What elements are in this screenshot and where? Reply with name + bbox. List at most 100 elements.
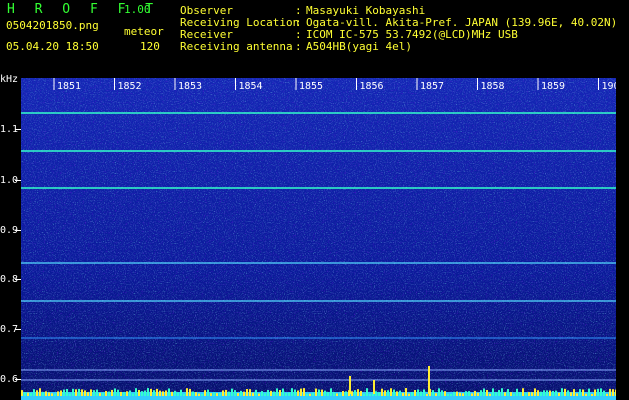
signal-spike (141, 391, 143, 396)
signal-spike (435, 393, 437, 396)
signal-spike (411, 392, 413, 396)
signal-spike (582, 389, 584, 396)
meteor-spike (349, 376, 351, 394)
signal-spike (156, 388, 158, 396)
signal-spike (549, 390, 551, 396)
signal-spike (126, 391, 128, 396)
time-label: 1854 (239, 81, 263, 92)
signal-spike (333, 392, 335, 396)
signal-spike (165, 390, 167, 396)
signal-spike (48, 392, 50, 396)
signal-spike (174, 390, 176, 396)
signal-spike (525, 393, 527, 396)
signal-spike (291, 388, 293, 396)
meteor-spike (373, 380, 375, 394)
signal-spike (81, 389, 83, 396)
signal-spike (285, 392, 287, 396)
signal-spike (246, 389, 248, 396)
signal-spike (420, 391, 422, 396)
signal-spike (384, 390, 386, 396)
signal-spike (390, 388, 392, 396)
signal-spike (471, 393, 473, 396)
signal-spike (273, 391, 275, 396)
signal-spike (105, 390, 107, 396)
signal-spike (351, 391, 353, 396)
time-label: 1858 (481, 81, 505, 92)
signal-spike (516, 388, 518, 396)
signal-spike (330, 388, 332, 396)
signal-spike (303, 388, 305, 396)
signal-spike (99, 392, 101, 396)
signal-spike (51, 393, 53, 396)
signal-spike (213, 392, 215, 396)
signal-spike (369, 393, 371, 396)
observer-value: Masayuki Kobayashi (306, 4, 426, 17)
signal-spike (357, 389, 359, 396)
signal-spike (492, 388, 494, 396)
signal-spike (537, 390, 539, 396)
signal-spike (339, 393, 341, 396)
signal-spike (453, 391, 455, 396)
signal-spike (528, 392, 530, 396)
signal-spike (150, 388, 152, 396)
signal-spike (42, 392, 44, 396)
signal-spike (363, 393, 365, 396)
time-label: 1856 (360, 81, 384, 92)
signal-spike (153, 390, 155, 396)
signal-spike (120, 391, 122, 396)
time-label: 1900 (602, 81, 617, 92)
signal-spike (189, 388, 191, 396)
signal-spike (381, 388, 383, 396)
signal-spike (324, 390, 326, 396)
time-label: 1851 (57, 81, 81, 92)
signal-spike (612, 389, 614, 396)
signal-spike (315, 388, 317, 396)
signal-spike (276, 388, 278, 396)
signal-spike (207, 389, 209, 396)
signal-spike (309, 393, 311, 396)
signal-spike (93, 390, 95, 396)
spectrogram-noise (21, 78, 616, 400)
header-panel: H R O F F T 1.00 0504201850.png meteor 0… (0, 0, 629, 78)
signal-spike (300, 388, 302, 396)
signal-spike (414, 390, 416, 396)
signal-spike (228, 391, 230, 396)
signal-spike (396, 391, 398, 396)
signal-spike (366, 388, 368, 396)
signal-spike (201, 393, 203, 396)
signal-spike (240, 390, 242, 396)
signal-spike (69, 393, 71, 396)
signal-spike (270, 390, 272, 396)
receiver-label: Receiver (180, 28, 233, 41)
antenna-value: A504HB(yagi 4el) (306, 40, 412, 53)
signal-spike (534, 388, 536, 396)
time-label: 1859 (541, 81, 565, 92)
signal-spike (57, 391, 59, 396)
datetime: 05.04.20 18:50 (6, 40, 99, 53)
signal-spike (465, 391, 467, 396)
signal-spike (609, 388, 611, 396)
signal-spike (531, 392, 533, 396)
signal-spike (234, 390, 236, 396)
signal-spike (252, 392, 254, 396)
signal-spike (237, 392, 239, 396)
signal-spike (345, 391, 347, 396)
signal-spike (204, 390, 206, 396)
signal-spike (336, 393, 338, 396)
signal-spike (552, 390, 554, 396)
signal-spike (393, 389, 395, 396)
signal-spike (54, 393, 56, 396)
signal-spike (96, 389, 98, 396)
signal-spike (480, 390, 482, 396)
signal-spike (186, 388, 188, 396)
signal-spike (591, 393, 593, 396)
signal-spike (171, 391, 173, 396)
signal-spike (294, 389, 296, 396)
signal-spike (489, 393, 491, 396)
signal-spike (231, 388, 233, 396)
signal-spike (87, 392, 89, 396)
signal-spike (438, 388, 440, 396)
signal-spike (603, 390, 605, 396)
signal-spike (444, 391, 446, 396)
signal-spike (615, 389, 616, 396)
